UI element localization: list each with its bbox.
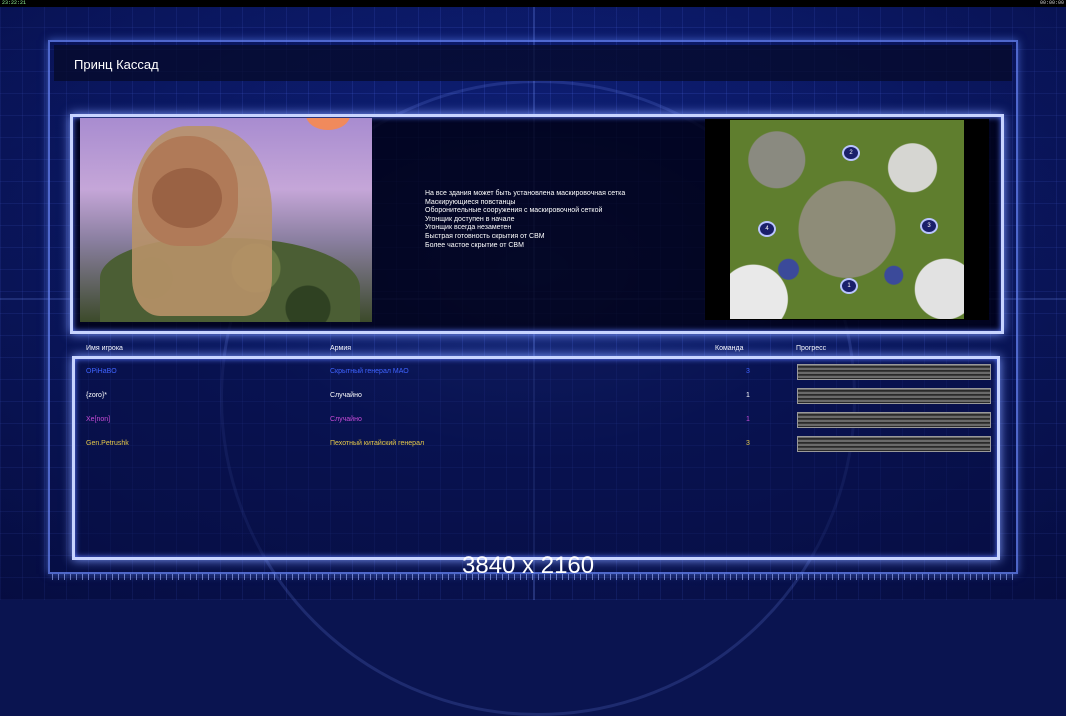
sun-shape bbox=[306, 118, 350, 130]
player-team: 1 bbox=[746, 416, 750, 423]
players-panel bbox=[72, 356, 1000, 560]
player-team: 3 bbox=[746, 368, 750, 375]
title-bar bbox=[54, 45, 1012, 81]
player-team: 1 bbox=[746, 392, 750, 399]
general-title: Принц Кассад bbox=[74, 57, 159, 72]
bottom-ruler bbox=[52, 574, 1014, 580]
player-progress-bar bbox=[797, 412, 991, 428]
feature-item: Оборонительные сооружения с маскировочно… bbox=[425, 207, 603, 215]
feature-item: Маскирующиеся повстанцы bbox=[425, 198, 516, 206]
army-column-header: Армия bbox=[330, 345, 352, 352]
player-name: {zoro}* bbox=[86, 392, 108, 399]
player-army: Скрытный генерал МАО bbox=[330, 368, 409, 375]
spawn-point-1: 1 bbox=[840, 278, 858, 294]
general-features-list: На все здания может быть установлена мас… bbox=[425, 190, 685, 250]
player-progress-bar bbox=[797, 388, 991, 404]
progress-fill bbox=[798, 365, 990, 379]
spawn-point-4: 4 bbox=[758, 221, 776, 237]
general-portrait bbox=[80, 118, 372, 322]
feature-item: Более частое скрытие от СВМ bbox=[425, 241, 524, 249]
feature-item: Угонщик доступен в начале bbox=[425, 215, 515, 223]
player-name: Gen.Petrushk bbox=[86, 440, 129, 447]
player-name: OPiHaBO bbox=[86, 368, 117, 375]
player-column-header: Имя игрока bbox=[86, 345, 123, 352]
feature-item: На все здания может быть установлена мас… bbox=[425, 190, 626, 197]
progress-fill bbox=[798, 389, 990, 403]
portrait-face bbox=[152, 168, 222, 228]
player-army: Случайно bbox=[330, 416, 362, 423]
player-team: 3 bbox=[746, 440, 750, 447]
feature-item: Угонщик всегда незаметен bbox=[425, 224, 512, 232]
progress-column-header: Прогресс bbox=[796, 345, 827, 352]
player-army: Пехотный китайский генерал bbox=[330, 440, 425, 447]
left-clock: 23:22:21 bbox=[2, 0, 27, 6]
player-progress-bar bbox=[797, 364, 991, 380]
player-army: Случайно bbox=[330, 392, 362, 399]
player-name: Xe[non] bbox=[86, 416, 111, 423]
spawn-point-2: 2 bbox=[842, 145, 860, 161]
right-clock: 00:00:00 bbox=[1039, 0, 1064, 6]
player-progress-bar bbox=[797, 436, 991, 452]
top-status-bar: 23:22:21 00:00:00 bbox=[0, 0, 1066, 7]
feature-item: Быстрая готовность скрытия от СВМ bbox=[425, 232, 545, 240]
progress-fill bbox=[798, 413, 990, 427]
team-column-header: Команда bbox=[715, 345, 744, 352]
spawn-point-3: 3 bbox=[920, 218, 938, 234]
progress-fill bbox=[798, 437, 990, 451]
map-preview: 2 4 3 1 bbox=[730, 120, 964, 319]
